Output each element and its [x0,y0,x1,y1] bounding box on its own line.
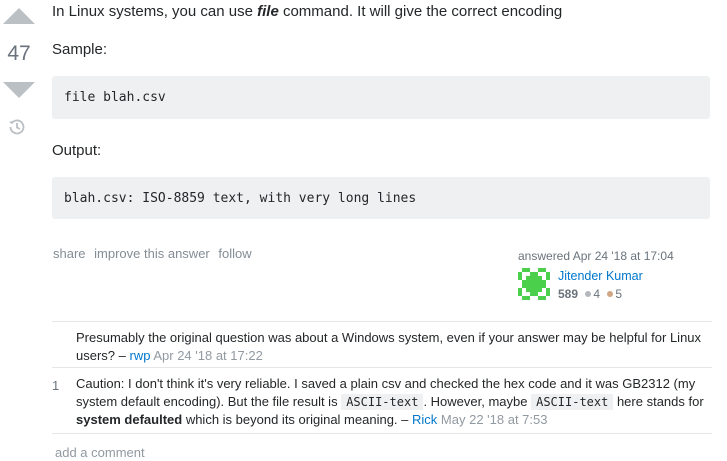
comment-user-link[interactable]: Rick [412,412,437,427]
output-code-block: blah.csv: ISO-8859 text, with very long … [52,177,710,219]
user-signature: answered Apr 24 '18 at 17:04 Jitender Ku… [518,249,718,301]
answered-timestamp[interactable]: answered Apr 24 '18 at 17:04 [518,249,718,263]
comment-body: Caution: I don't think it's very reliabl… [76,375,712,429]
comment-bold-text: system defaulted [76,412,183,427]
reputation-score: 589 [558,287,579,301]
silver-badge-count: 4 [593,287,601,301]
intro-emphasis: file [257,3,279,20]
sample-code: file blah.csv [64,90,166,105]
improve-answer-link[interactable]: improve this answer [94,246,210,261]
answer-intro: In Linux systems, you can use file comma… [52,2,562,22]
bronze-badge-icon [607,291,614,297]
comment-body: Presumably the original question was abo… [76,329,712,364]
comment-text: which is beyond its original meaning. – [182,412,409,427]
vote-count: 47 [7,42,31,65]
comment-inline-code: ASCII-text [531,393,614,410]
upvote-arrow-icon[interactable] [3,8,35,24]
user-name-link[interactable]: Jitender Kumar [558,269,643,283]
comment-inline-code: ASCII-text [341,393,424,410]
comment-item: 1 Caution: I don't think it's very relia… [52,368,712,434]
intro-prefix: In Linux systems, you can use [52,3,258,20]
sample-label: Sample: [52,41,108,58]
comment-date[interactable]: Apr 24 '18 at 17:22 [153,348,262,363]
comment-text: here stands for [613,393,704,409]
share-link[interactable]: share [53,246,86,261]
sample-code-block: file blah.csv [52,76,710,119]
downvote-arrow-icon[interactable] [3,82,35,98]
history-icon[interactable] [7,117,27,137]
comment-user-link[interactable]: rwp [130,348,151,363]
bronze-badge-count: 5 [615,287,623,301]
follow-link[interactable]: follow [218,246,251,261]
comments-section: Presumably the original question was abo… [52,321,712,434]
comment-item: Presumably the original question was abo… [52,322,712,368]
silver-badge-icon [585,291,592,297]
intro-suffix: command. It will give the correct encodi… [278,3,563,20]
add-comment-link[interactable]: add a comment [55,445,145,460]
comment-date[interactable]: May 22 '18 at 7:53 [441,412,548,427]
comment-text: . However, maybe [423,393,532,409]
output-code: blah.csv: ISO-8859 text, with very long … [64,190,417,206]
avatar[interactable] [518,268,550,300]
output-label: Output: [52,142,102,159]
comment-score: 1 [52,378,60,393]
post-menu: share improve this answer follow [53,246,257,261]
user-stats: 589 4 5 [558,287,622,301]
